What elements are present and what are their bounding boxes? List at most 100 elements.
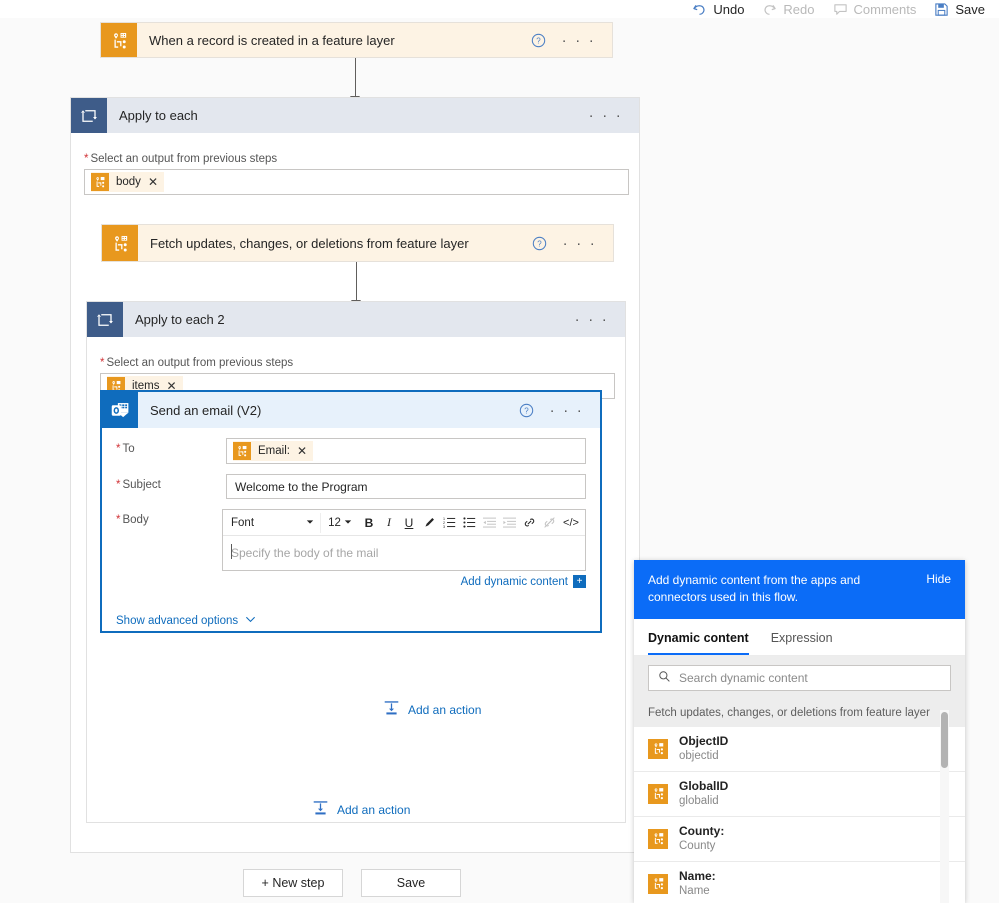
link-icon[interactable]	[519, 513, 539, 533]
subject-control: Welcome to the Program	[226, 474, 586, 499]
add-action-icon	[312, 800, 329, 820]
chevron-down-icon	[306, 517, 314, 529]
footer-buttons: + New step Save	[243, 869, 461, 897]
indent-icon[interactable]	[499, 513, 519, 533]
add-dynamic-content-plus-icon[interactable]: +	[573, 575, 586, 588]
send-email-title: Send an email (V2)	[150, 402, 262, 418]
rich-text-toolbar: Font 12 B I U 1 2 3 </>	[223, 510, 585, 536]
search-placeholder: Search dynamic content	[679, 670, 808, 685]
scope1-token-input[interactable]: body ✕	[84, 169, 629, 195]
apply-to-each-2-menu-button[interactable]: · · ·	[575, 312, 609, 327]
scope1-output-field: * Select an output from previous steps b…	[84, 153, 629, 195]
arcgis-icon	[101, 23, 137, 57]
text-color-pen-icon[interactable]	[419, 513, 439, 533]
comments-button[interactable]: Comments	[833, 2, 916, 17]
apply-to-each-scope: Apply to each · · · * Select an output fr…	[70, 97, 640, 853]
bullet-list-icon[interactable]	[459, 513, 479, 533]
apply-to-each-actions: · · ·	[589, 98, 639, 133]
list-item-sub: globalid	[679, 794, 719, 807]
dynamic-content-panel: Add dynamic content from the apps and co…	[634, 560, 965, 903]
search-icon	[658, 670, 671, 686]
fetch-action-title: Fetch updates, changes, or deletions fro…	[150, 235, 469, 251]
token-body[interactable]: body ✕	[91, 172, 164, 192]
required-asterisk: *	[116, 514, 121, 526]
redo-button[interactable]: Redo	[762, 1, 815, 17]
loop-icon	[87, 302, 123, 337]
panel-scrollbar-thumb[interactable]	[941, 712, 948, 768]
hide-panel-button[interactable]: Hide	[926, 572, 951, 586]
font-family-select[interactable]: Font	[225, 512, 321, 533]
tab-expression[interactable]: Expression	[771, 631, 833, 655]
fetch-action-card[interactable]: Fetch updates, changes, or deletions fro…	[101, 224, 614, 262]
flow-designer-root: Undo Redo Comments Save When a record is…	[0, 0, 999, 903]
save-icon	[934, 2, 949, 17]
help-icon[interactable]: ?	[532, 236, 547, 251]
subject-label: * Subject	[116, 479, 161, 491]
trigger-card[interactable]: When a record is created in a feature la…	[100, 22, 613, 58]
show-advanced-options-label: Show advanced options	[116, 615, 239, 627]
save-button[interactable]: Save	[934, 2, 985, 17]
arcgis-icon	[648, 738, 668, 759]
send-email-header[interactable]: Send an email (V2) ? · · ·	[102, 392, 600, 428]
close-icon[interactable]: ✕	[297, 444, 307, 458]
tab-dynamic-content[interactable]: Dynamic content	[648, 631, 749, 655]
italic-icon[interactable]: I	[379, 513, 399, 533]
dynamic-content-group-title: Fetch updates, changes, or deletions fro…	[634, 699, 965, 727]
help-icon[interactable]: ?	[531, 33, 546, 48]
token-label: Email:	[258, 445, 290, 457]
svg-text:?: ?	[537, 239, 542, 248]
show-advanced-options-button[interactable]: Show advanced options	[116, 598, 586, 640]
body-label: * Body	[116, 514, 149, 526]
apply-to-each-2-header[interactable]: Apply to each 2 · · ·	[87, 302, 625, 337]
font-size-select[interactable]: 12	[321, 517, 359, 529]
body-textarea[interactable]: Specify the body of the mail	[223, 536, 585, 570]
new-step-button[interactable]: + New step	[243, 869, 343, 897]
to-input[interactable]: Email: ✕	[226, 438, 586, 464]
list-item[interactable]: County: County	[634, 817, 965, 862]
fetch-menu-button[interactable]: · · ·	[563, 236, 597, 251]
redo-icon	[762, 2, 777, 17]
code-view-icon[interactable]: </>	[559, 513, 583, 533]
loop-icon	[71, 98, 107, 133]
trigger-menu-button[interactable]: · · ·	[562, 33, 596, 48]
numbered-list-icon[interactable]: 123	[439, 513, 459, 533]
footer-save-button[interactable]: Save	[361, 869, 461, 897]
list-item[interactable]: Name: Name	[634, 862, 965, 903]
undo-button[interactable]: Undo	[692, 2, 744, 17]
search-input[interactable]: Search dynamic content	[648, 664, 951, 691]
list-item-sub: County	[679, 839, 716, 852]
add-action-inner[interactable]: Add an action	[383, 700, 481, 720]
help-icon[interactable]: ?	[519, 403, 534, 418]
dynamic-content-search-wrap: Search dynamic content	[634, 655, 965, 700]
token-email[interactable]: Email: ✕	[233, 441, 314, 461]
list-item-name: Name:	[679, 868, 716, 883]
redo-label: Redo	[783, 1, 815, 17]
send-email-menu-button[interactable]: · · ·	[550, 403, 584, 418]
apply-to-each-menu-button[interactable]: · · ·	[589, 108, 623, 123]
font-family-value: Font	[231, 516, 255, 529]
rich-text-editor: Font 12 B I U 1 2 3 </> Specify the body…	[222, 509, 586, 571]
apply-to-each-header[interactable]: Apply to each · · ·	[71, 98, 639, 133]
add-dynamic-content-link[interactable]: Add dynamic content	[461, 576, 568, 588]
body-placeholder: Specify the body of the mail	[231, 546, 379, 560]
body-row: * Body Font 12 B I U 1 2 3 </> Specify t…	[116, 509, 586, 588]
list-item-sub: Name	[679, 884, 710, 897]
scope2-field-label: * Select an output from previous steps	[100, 357, 294, 369]
required-asterisk: *	[100, 357, 105, 369]
add-action-outer[interactable]: Add an action	[312, 800, 410, 820]
arcgis-icon	[233, 442, 251, 460]
bold-icon[interactable]: B	[359, 513, 379, 533]
close-icon[interactable]: ✕	[148, 175, 158, 189]
required-asterisk: *	[84, 153, 89, 165]
top-toolbar: Undo Redo Comments Save	[0, 0, 999, 18]
dynamic-content-tabs: Dynamic content Expression	[634, 619, 965, 656]
dynamic-content-list: ObjectID objectid GlobalID globalid Coun…	[634, 726, 965, 903]
underline-icon[interactable]: U	[399, 513, 419, 533]
add-action-label: Add an action	[408, 703, 482, 717]
subject-input[interactable]: Welcome to the Program	[226, 474, 586, 499]
unlink-icon[interactable]	[539, 513, 559, 533]
list-item[interactable]: ObjectID objectid	[634, 727, 965, 772]
list-item[interactable]: GlobalID globalid	[634, 772, 965, 817]
list-item-name: County:	[679, 823, 725, 838]
outdent-icon[interactable]	[479, 513, 499, 533]
